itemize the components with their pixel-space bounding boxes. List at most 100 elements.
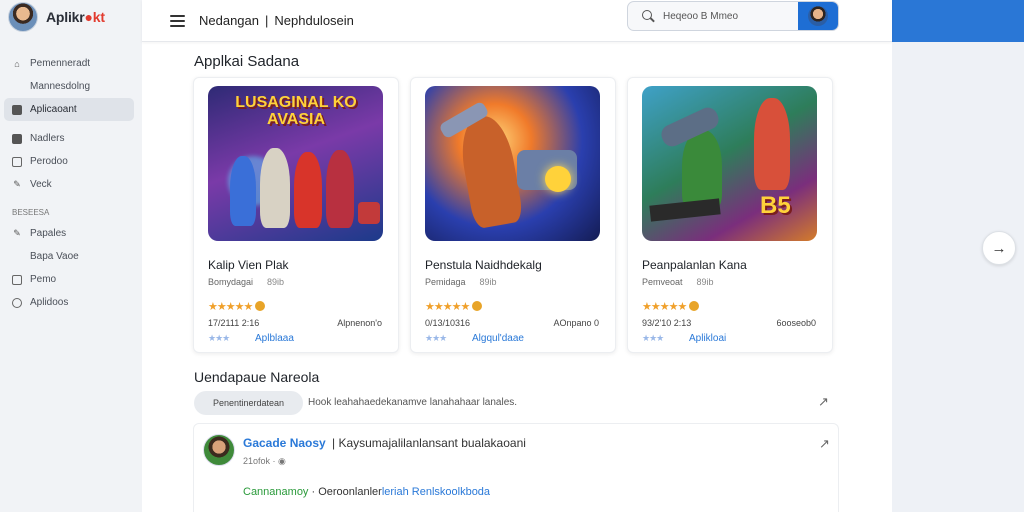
app-thumbnail[interactable]: LUSAGINAL KO AVASIA — [208, 86, 383, 241]
app-link[interactable]: Aplblaaa — [255, 333, 294, 344]
sidebar-item-label: Bapa Vaoe — [30, 251, 79, 262]
app-thumbnail[interactable] — [425, 86, 600, 241]
next-arrow-button[interactable]: → — [982, 231, 1016, 265]
app-category-label: Pemveoat — [642, 277, 683, 287]
pencil-icon: ✎ — [13, 179, 21, 189]
sidebar-item-perodoo[interactable]: Perodoo — [4, 150, 134, 173]
box-icon — [12, 156, 22, 167]
sidebar-item-bapa-vaoe[interactable]: Bapa Vaoe — [4, 245, 134, 268]
top-band — [892, 0, 1024, 42]
sidebar-item-label: Mannesdolng — [30, 81, 91, 92]
sidebar-item-aplicaoant[interactable]: Aplicaoant — [4, 98, 134, 121]
app-downloads: Alpnenon'o — [337, 318, 382, 328]
app-link[interactable]: Aplikloai — [689, 333, 726, 344]
hamburger-menu-icon[interactable] — [170, 14, 185, 27]
app-rating-stars: ★★★ — [642, 333, 664, 343]
sidebar-item-mannesdolng[interactable]: Mannesdolng — [4, 75, 134, 98]
app-category: Pemveoat 89ib — [642, 277, 714, 287]
filter-chip[interactable]: Penentinerdatean — [194, 391, 303, 415]
sidebar-item-label: Perodoo — [30, 156, 68, 167]
sidebar-item-pemo[interactable]: Pemo — [4, 268, 134, 291]
app-category-label: Bomydagai — [208, 277, 254, 287]
app-card[interactable]: LUSAGINAL KO AVASIA Kalip Vien Plak Bomy… — [193, 77, 399, 353]
app-link[interactable]: Algqul'daae — [472, 333, 524, 344]
right-pane — [892, 42, 1024, 512]
sidebar-item-label: Nadlers — [30, 133, 65, 144]
blank-icon — [12, 82, 22, 92]
app-rating-stars: ★★★ — [425, 333, 447, 343]
app-downloads: AOnpano 0 — [553, 318, 599, 328]
post-detail-text: · Oeroonlanler — [308, 486, 382, 498]
section-description: Hook leahahaedekanamve lanahahaar lanale… — [308, 397, 518, 408]
header: Nedangan | Nephdulosein Heqeoo B Mmeo — [142, 0, 892, 42]
sidebar-item-label: Aplicaoant — [30, 104, 77, 115]
page-title-part2: Nephdulosein — [274, 13, 354, 28]
pencil-icon: ✎ — [13, 228, 21, 238]
sidebar-item-label: Aplidoos — [30, 297, 69, 308]
app-card[interactable]: B5 Peanpalanlan Kana Pemveoat 89ib ★★★★★ … — [627, 77, 833, 353]
star-icons: ★★★★★ — [208, 301, 253, 313]
app-category: Bomydagai 89ib — [208, 277, 284, 287]
star-icons: ★★★★★ — [425, 301, 470, 313]
app-rating-stars: ★★★ — [208, 333, 230, 343]
app-size: 89ib — [267, 277, 285, 287]
sidebar: Aplikr●kt ⌂ Pemenneradt Mannesdolng Apli… — [0, 0, 142, 512]
app-name[interactable]: Kalip Vien Plak — [208, 258, 289, 272]
post-author[interactable]: Gacade Naosy — [243, 436, 326, 450]
sidebar-item-label: Pemo — [30, 274, 57, 285]
post-card[interactable]: Gacade Naosy | Kaysumajalilanlansant bua… — [193, 423, 839, 512]
search-icon[interactable] — [642, 9, 655, 23]
brand-avatar — [8, 2, 38, 32]
sidebar-item-label: Papales — [30, 228, 67, 239]
brand-name-main: Aplikr — [46, 9, 85, 25]
app-category: Pemidaga 89ib — [425, 277, 497, 287]
sidebar-item-label: Veck — [30, 179, 52, 190]
search-box[interactable]: Heqeoo B Mmeo — [627, 1, 839, 31]
star-rating: ★★★★★ — [425, 300, 483, 313]
coin-icon — [255, 301, 266, 311]
brand[interactable]: Aplikr●kt — [0, 0, 142, 34]
grid-icon — [12, 133, 22, 144]
main-content: Nedangan | Nephdulosein Heqeoo B Mmeo Appl… — [142, 0, 892, 512]
app-date: 93/2'10 2:13 — [642, 318, 692, 328]
search-input[interactable]: Heqeoo B Mmeo — [663, 11, 798, 22]
avatar[interactable] — [203, 434, 235, 466]
coin-icon — [472, 301, 483, 311]
house-icon: ⌂ — [14, 58, 20, 69]
page-title-part1: Nedangan — [199, 13, 259, 28]
app-name[interactable]: Peanpalanlan Kana — [642, 258, 747, 272]
app-date: 0/13/10316 — [425, 318, 471, 328]
post-detail-link[interactable]: leriah Renlskoolkboda — [382, 486, 490, 498]
share-icon[interactable]: ↗ — [818, 394, 829, 410]
sidebar-item-papales[interactable]: ✎ Papales — [4, 222, 134, 245]
star-rating: ★★★★★ — [208, 300, 266, 313]
app-date: 17/2111 2:16 — [208, 318, 260, 328]
sidebar-item-aplidoos[interactable]: Aplidoos — [4, 291, 134, 314]
app-card-list: LUSAGINAL KO AVASIA Kalip Vien Plak Bomy… — [193, 77, 833, 353]
post-detail: Cannanamoy · Oeroonlanlerleriah Renlskoo… — [243, 486, 490, 498]
page-title: Nedangan | Nephdulosein — [199, 13, 354, 28]
user-avatar[interactable] — [798, 2, 838, 30]
circle-icon — [12, 297, 22, 308]
sidebar-nav: ⌂ Pemenneradt Mannesdolng Aplicaoant Nad… — [4, 52, 134, 314]
brand-name: Aplikr●kt — [46, 9, 105, 25]
coin-icon — [689, 301, 700, 311]
brand-name-accent: ●kt — [84, 9, 105, 25]
post-detail-tag[interactable]: Cannanamoy — [243, 486, 308, 498]
sidebar-item-nadlers[interactable]: Nadlers — [4, 127, 134, 150]
star-rating: ★★★★★ — [642, 300, 700, 313]
app-thumbnail[interactable]: B5 — [642, 86, 817, 241]
share-icon[interactable]: ↗ — [819, 436, 830, 452]
sidebar-item-pemenneradt[interactable]: ⌂ Pemenneradt — [4, 52, 134, 75]
title-separator: | — [265, 13, 269, 28]
sidebar-item-veck[interactable]: ✎ Veck — [4, 173, 134, 196]
app-size: 89ib — [696, 277, 714, 287]
post-meta: 21ofok · ◉ — [243, 456, 286, 466]
app-card[interactable]: Penstula Naidhdekalg Pemidaga 89ib ★★★★★ … — [410, 77, 616, 353]
arrow-right-icon: → — [991, 239, 1007, 257]
apps-icon — [12, 104, 22, 115]
post-text: | Kaysumajalilanlansant bualakaoani — [332, 436, 526, 450]
app-name[interactable]: Penstula Naidhdekalg — [425, 258, 542, 272]
star-icons: ★★★★★ — [642, 301, 687, 313]
app-size: 89ib — [479, 277, 497, 287]
